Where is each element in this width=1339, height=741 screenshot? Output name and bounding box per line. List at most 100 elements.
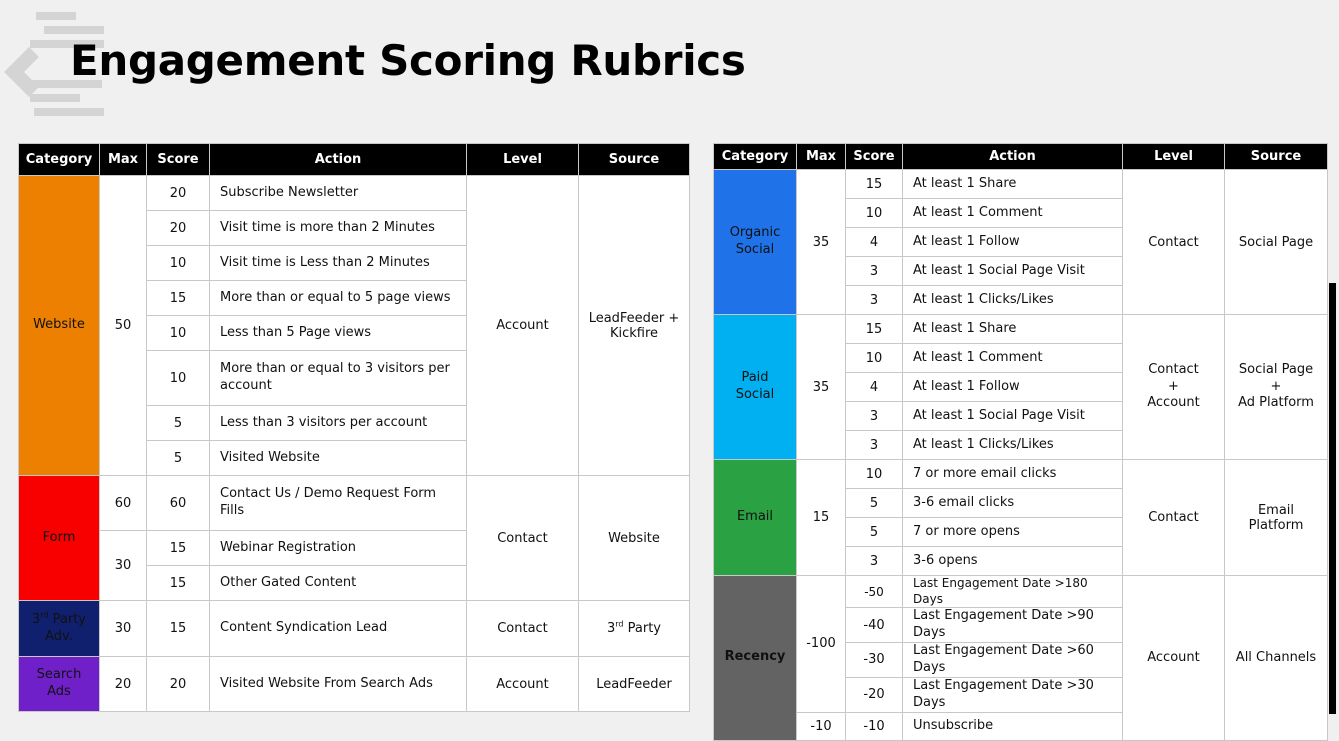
action-cell: At least 1 Follow [902,227,1123,257]
score-cell: 10 [146,350,210,406]
source-organic-social: Social Page [1224,169,1328,315]
max-email: 15 [796,459,846,576]
score-cell: 5 [146,440,210,476]
table-row: 3rd Party Adv. 30 15 Content Syndication… [18,600,690,657]
right-rubric-table: Category Max Score Action Level Source O… [713,143,1328,741]
action-cell: Last Engagement Date >90 Days [902,607,1123,643]
action-cell: At least 1 Clicks/Likes [902,285,1123,315]
source-paid-plus: + [1270,378,1282,394]
score-cell: 3 [845,546,903,576]
table-row: Website 50 20 Subscribe Newsletter Accou… [18,175,690,476]
category-form: Form [18,475,100,601]
table-row: Search Ads 20 20 Visited Website From Se… [18,656,690,712]
level-paid-plus: + [1168,378,1179,394]
action-cell: At least 1 Comment [902,343,1123,373]
level-organic-social: Contact [1122,169,1225,315]
source-third-party: 3rd Party [578,600,690,657]
score-cell: 3 [845,401,903,431]
score-cell: 10 [845,459,903,489]
score-cell: 10 [845,343,903,373]
header-category: Category [18,143,100,176]
header-source: Source [578,143,690,176]
category-website: Website [18,175,100,476]
max-form-1: 60 [99,475,147,531]
action-cell: Unsubscribe [902,711,1123,741]
left-rubric-table: Category Max Score Action Level Source W… [18,143,690,712]
header-max: Max [99,143,147,176]
source-search-ads: LeadFeeder [578,656,690,712]
max-recency-2: -10 [796,711,846,741]
score-cell: 15 [845,314,903,344]
action-cell: At least 1 Social Page Visit [902,256,1123,286]
action-cell: At least 1 Share [902,314,1123,344]
score-cell: -30 [845,641,903,678]
action-cell: More than or equal to 5 page views [209,280,467,316]
table-row: Organic Social 35 15 At least 1 Share Co… [713,169,1328,315]
slide-edge-bar [1329,283,1336,714]
action-cell: Other Gated Content [209,565,467,601]
max-organic-social: 35 [796,169,846,315]
action-cell: Last Engagement Date >30 Days [902,676,1123,713]
level-website: Account [466,175,579,476]
action-cell: 7 or more email clicks [902,459,1123,489]
page-title: Engagement Scoring Rubrics [70,36,746,85]
action-cell: Visit time is Less than 2 Minutes [209,245,467,281]
category-paid-social: Paid Social [713,314,797,460]
score-cell: 20 [146,210,210,246]
score-cell: 60 [146,475,210,531]
action-cell: Less than 3 visitors per account [209,405,467,441]
action-cell: Subscribe Newsletter [209,175,467,211]
score-cell: 5 [845,517,903,547]
header-max: Max [796,143,846,170]
action-cell: Last Engagement Date >180 Days [902,574,1123,609]
score-cell: -20 [845,676,903,713]
header-score: Score [146,143,210,176]
category-third-party: 3rd Party Adv. [18,600,100,657]
score-cell: 15 [146,280,210,316]
category-organic-social: Organic Social [713,169,797,315]
level-email: Contact [1122,459,1225,576]
score-cell: 15 [146,530,210,566]
score-cell: 20 [146,656,210,712]
action-cell: At least 1 Share [902,169,1123,199]
score-cell: -40 [845,607,903,643]
level-third-party: Contact [466,600,579,657]
header-level: Level [466,143,579,176]
action-cell: 7 or more opens [902,517,1123,547]
max-form-2: 30 [99,530,147,601]
score-cell: 3 [845,430,903,460]
table-header-row: Category Max Score Action Level Source [713,143,1328,170]
source-website: LeadFeeder + Kickfire [578,175,690,476]
action-cell: Content Syndication Lead [209,600,467,657]
action-cell: At least 1 Clicks/Likes [902,430,1123,460]
category-recency: Recency [713,575,797,741]
max-recency-1: -100 [796,575,846,713]
source-paid-line-2: Ad Platform [1238,395,1314,411]
action-cell: Less than 5 Page views [209,315,467,351]
level-search-ads: Account [466,656,579,712]
action-cell: Visited Website From Search Ads [209,656,467,712]
header-category: Category [713,143,797,170]
category-third-party-sup: rd [40,610,49,620]
source-form: Website [578,475,690,601]
action-cell: At least 1 Comment [902,198,1123,228]
table-row: Recency -100 -50 Last Engagement Date >1… [713,574,1328,741]
header-score: Score [845,143,903,170]
table-row: Email 15 10 7 or more email clicks Conta… [713,459,1328,576]
max-paid-social: 35 [796,314,846,460]
max-website: 50 [99,175,147,476]
score-cell: 10 [146,315,210,351]
level-paid-line-2: Account [1147,395,1200,411]
source-paid-social: Social Page + Ad Platform [1224,314,1328,460]
header-action: Action [209,143,467,176]
table-header-row: Category Max Score Action Level Source [18,143,690,176]
source-paid-line-1: Social Page [1238,361,1314,377]
max-third-party: 30 [99,600,147,657]
score-cell: 4 [845,227,903,257]
table-row: Paid Social 35 15 At least 1 Share Conta… [713,314,1328,460]
action-cell: Contact Us / Demo Request Form Fills [209,475,467,531]
score-cell: 5 [146,405,210,441]
action-cell: Visited Website [209,440,467,476]
action-cell: 3-6 email clicks [902,488,1123,518]
category-third-party-rest: Party Adv. [45,611,86,644]
